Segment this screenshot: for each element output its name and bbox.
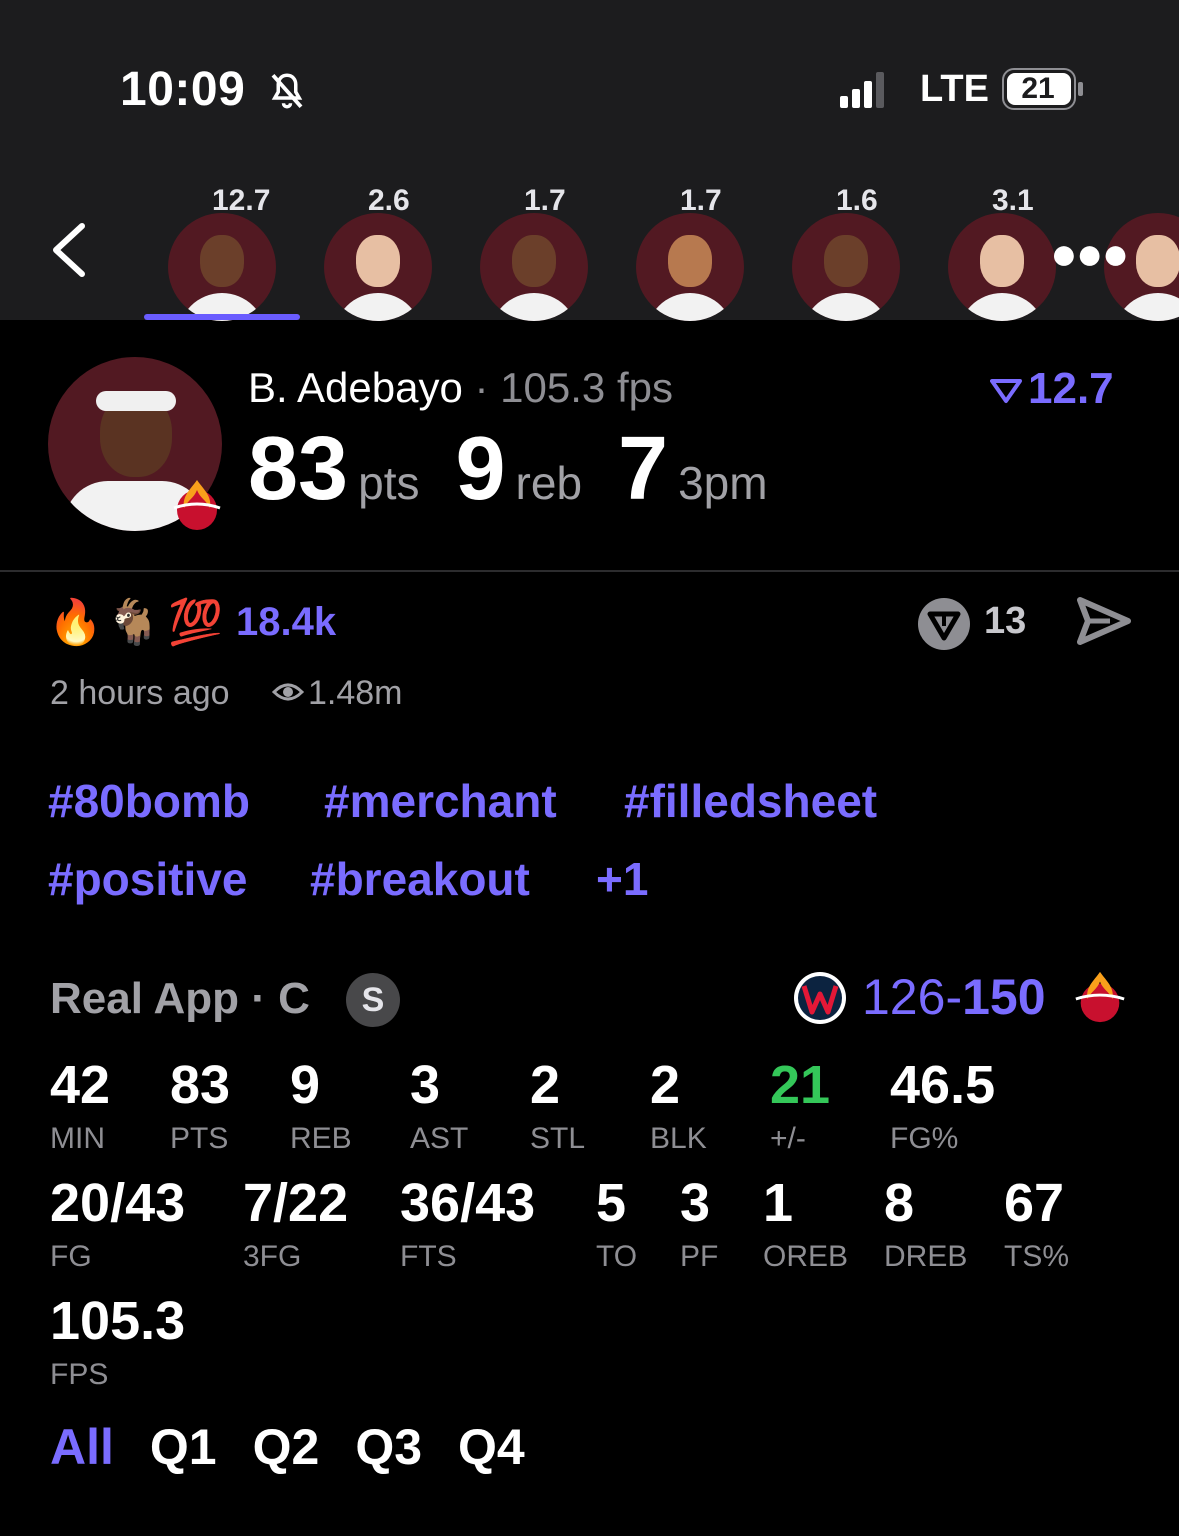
stat-ast: 3 AST <box>410 1055 469 1155</box>
league-label: Real App · C <box>50 974 310 1023</box>
tab-q4[interactable]: Q4 <box>458 1418 525 1476</box>
hashtag[interactable]: #positive <box>48 852 247 906</box>
stat-oreb: 1 OREB <box>763 1173 849 1273</box>
heat-logo-icon <box>1075 971 1125 1023</box>
player-avatar <box>168 213 276 321</box>
eye-icon <box>272 683 304 701</box>
hundred-emoji: 💯 <box>168 598 223 647</box>
stat-3fg: 7/22 3FG <box>243 1173 349 1273</box>
view-count: 1.48m <box>308 674 403 712</box>
headline-reb-unit: reb <box>515 457 583 509</box>
player-chip[interactable]: 3.1 <box>940 180 1060 321</box>
comment-icon[interactable] <box>916 596 972 652</box>
player-chip[interactable]: 1.7 <box>472 180 592 321</box>
wizards-logo-icon <box>794 972 846 1024</box>
player-chip[interactable]: 12.7 <box>160 180 280 321</box>
headline-stats: 83 pts 9 reb 7 3pm <box>248 418 804 521</box>
rank-badge[interactable]: 12.7 <box>990 364 1114 414</box>
headline-reb: 9 <box>455 419 506 519</box>
player-avatar <box>324 213 432 321</box>
hashtag[interactable]: #filledsheet <box>624 774 877 828</box>
more-icon[interactable]: ●●● <box>1050 226 1129 280</box>
headline-pts: 83 <box>248 419 349 519</box>
stat-fg: 20/43 FG <box>50 1173 186 1273</box>
stat-plus-minus: 21 +/- <box>770 1055 831 1155</box>
stat-stl: 2 STL <box>530 1055 586 1155</box>
more-tags-button[interactable]: +1 <box>596 852 648 906</box>
player-avatar <box>948 213 1056 321</box>
hashtag[interactable]: #80bomb <box>48 774 250 828</box>
tab-q3[interactable]: Q3 <box>355 1418 422 1476</box>
fire-emoji: 🔥 <box>48 598 103 647</box>
share-send-icon[interactable] <box>1076 596 1132 646</box>
stat-fts: 36/43 FTS <box>400 1173 536 1273</box>
stat-to: 5 TO <box>596 1173 638 1273</box>
player-chip[interactable]: 2.6 <box>316 180 436 321</box>
stat-blk: 2 BLK <box>650 1055 707 1155</box>
player-fps: · 105.3 fps <box>474 364 673 411</box>
player-name: B. Adebayo <box>248 364 463 411</box>
player-avatar <box>480 213 588 321</box>
quarter-tabs: All Q1 Q2 Q3 Q4 <box>50 1418 561 1476</box>
player-name-line: B. Adebayo · 105.3 fps <box>248 364 673 412</box>
headline-3pm-unit: 3pm <box>678 457 768 509</box>
hashtag[interactable]: #breakout <box>310 852 530 906</box>
real-logo-icon <box>990 379 1022 404</box>
stat-fg-pct: 46.5 FG% <box>890 1055 996 1155</box>
post-time: 2 hours ago <box>50 674 230 712</box>
score-home: 150 <box>962 969 1046 1025</box>
game-score[interactable]: 126-150 <box>862 968 1046 1026</box>
heat-logo-icon <box>173 480 221 530</box>
player-chip[interactable]: 1.6 <box>784 180 904 321</box>
rank-value: 12.7 <box>1028 364 1114 413</box>
player-carousel: 12.7 2.6 1.7 1.7 1.6 3.1 ●●● <box>0 0 1179 321</box>
comment-count[interactable]: 13 <box>984 600 1026 643</box>
divider <box>0 570 1179 572</box>
stat-pts: 83 PTS <box>170 1055 231 1155</box>
score-sep: - <box>945 969 963 1025</box>
stat-reb: 9 REB <box>290 1055 352 1155</box>
hashtag[interactable]: #merchant <box>324 774 557 828</box>
stat-pf: 3 PF <box>680 1173 719 1273</box>
score-away: 126 <box>862 969 946 1025</box>
player-avatar <box>792 213 900 321</box>
status-badge: S <box>346 973 400 1027</box>
tab-all[interactable]: All <box>50 1418 114 1476</box>
stat-fps: 105.3 FPS <box>50 1291 186 1391</box>
stat-ts-pct: 67 TS% <box>1004 1173 1070 1273</box>
player-chip[interactable]: 1.7 <box>628 180 748 321</box>
reaction-count[interactable]: 18.4k <box>236 600 336 645</box>
goat-emoji: 🐐 <box>106 598 161 647</box>
tab-q1[interactable]: Q1 <box>150 1418 217 1476</box>
player-avatar <box>636 213 744 321</box>
stat-dreb: 8 DREB <box>884 1173 968 1273</box>
selected-indicator <box>144 314 300 320</box>
stat-min: 42 MIN <box>50 1055 111 1155</box>
headline-pts-unit: pts <box>358 457 420 509</box>
headline-3pm: 7 <box>618 419 669 519</box>
tab-q2[interactable]: Q2 <box>253 1418 320 1476</box>
